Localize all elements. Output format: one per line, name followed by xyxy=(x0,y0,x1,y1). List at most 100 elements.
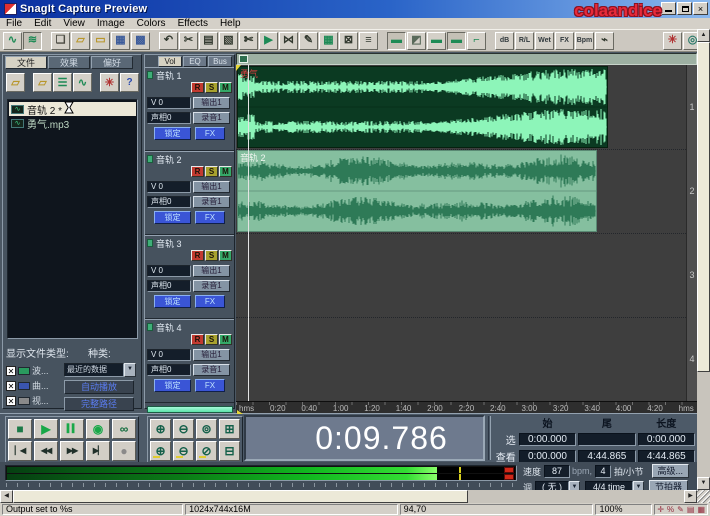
insert-wave-button[interactable]: ∿ xyxy=(73,73,92,92)
checkbox[interactable]: ✕ xyxy=(6,381,16,391)
menu-view[interactable]: View xyxy=(57,18,91,29)
paste-button[interactable]: ▧ xyxy=(219,32,238,50)
record-arm-button[interactable]: R xyxy=(191,82,204,93)
vertical-scrollbar[interactable]: ▲ ▼ xyxy=(697,29,710,490)
open-file-button[interactable]: ▱ xyxy=(71,32,90,50)
wet-dry-button[interactable]: Wet xyxy=(535,32,554,50)
zoom-out-edge-button[interactable]: ⊟ xyxy=(219,441,240,461)
time-signature-select[interactable]: 4/4 time xyxy=(585,481,633,491)
loop-button[interactable]: ∞ xyxy=(112,419,136,439)
metronome-button[interactable]: 节拍器 xyxy=(649,480,688,490)
track-display-area[interactable]: 勇气 音轨 2 1234 xyxy=(236,65,697,401)
audio-clip-track1[interactable]: 勇气 xyxy=(237,66,608,148)
volume-field[interactable]: V 0 xyxy=(147,97,191,109)
append-file-button[interactable]: ▭ xyxy=(91,32,110,50)
session-overview-bar[interactable] xyxy=(236,53,697,65)
zoom-in-edge-button[interactable]: ⊞ xyxy=(219,419,240,439)
menu-help[interactable]: Help xyxy=(214,18,247,29)
solo-button[interactable]: S xyxy=(205,250,218,261)
track-name[interactable]: 音轨 3 xyxy=(156,237,182,250)
undo-button[interactable]: ↶ xyxy=(159,32,178,50)
title-bar[interactable]: SnagIt Capture Preview colaandice × xyxy=(0,0,710,18)
show-wave-blocks-button[interactable]: ▬ xyxy=(427,32,446,50)
fx-button[interactable]: FX xyxy=(195,379,225,392)
minimize-button[interactable] xyxy=(661,2,676,15)
fx-button[interactable]: FX xyxy=(195,127,225,140)
record-device-button[interactable]: 录音1 xyxy=(193,364,230,376)
pan-lr-button[interactable]: R/L xyxy=(515,32,534,50)
bpm-button[interactable]: Bpm xyxy=(575,32,594,50)
record-button[interactable]: ● xyxy=(112,441,136,461)
scroll-up-button[interactable]: ▲ xyxy=(697,29,710,42)
zoom-to-selection-button[interactable]: ⊕ xyxy=(150,441,171,461)
snapping-button[interactable]: ⌐ xyxy=(467,32,486,50)
organizer-help-button[interactable]: ? xyxy=(120,73,139,92)
midi-button[interactable]: ⌁ xyxy=(595,32,614,50)
vertical-scroll-thumb[interactable] xyxy=(697,42,710,372)
overview-thumb[interactable] xyxy=(239,55,248,63)
pause-button[interactable]: ▍▍ xyxy=(60,419,84,439)
show-volume-envelopes-button[interactable]: ▬ xyxy=(387,32,406,50)
mute-button[interactable]: M xyxy=(219,334,232,345)
output-button[interactable]: 输出1 xyxy=(193,181,230,193)
organizer-tab-1[interactable]: 效果 xyxy=(48,56,90,69)
output-button[interactable]: 输出1 xyxy=(193,97,230,109)
web-button[interactable]: ◎ xyxy=(683,32,697,50)
scroll-down-button[interactable]: ▼ xyxy=(697,477,710,490)
track-name[interactable]: 音轨 2 xyxy=(156,153,182,166)
stop-button[interactable]: ■ xyxy=(8,419,32,439)
rewind-button[interactable]: ◀◀ xyxy=(34,441,58,461)
show-grid-button[interactable]: ▬ xyxy=(447,32,466,50)
mute-button[interactable]: M xyxy=(219,82,232,93)
volume-field[interactable]: V 0 xyxy=(147,181,191,193)
save-file-button[interactable]: ▦ xyxy=(111,32,130,50)
mute-button[interactable]: M xyxy=(219,166,232,177)
sort-dropdown[interactable]: 最近的数据 ▼ xyxy=(64,363,136,377)
multitrack-view-button[interactable]: ≋ xyxy=(23,32,42,50)
audio-clip-track2[interactable]: 音轨 2 xyxy=(237,150,597,232)
chevron-down-icon[interactable]: ▼ xyxy=(569,481,580,491)
restore-button[interactable] xyxy=(677,2,692,15)
zoom-sel-right-button[interactable]: ⊘ xyxy=(196,441,217,461)
zoom-sel-left-button[interactable]: ⊖ xyxy=(173,441,194,461)
lock-button[interactable]: 锁定 xyxy=(154,211,191,224)
bpm-field[interactable]: 87 xyxy=(544,465,570,478)
zoom-full-button[interactable]: ⊚ xyxy=(196,419,217,439)
output-button[interactable]: 输出1 xyxy=(193,265,230,277)
record-device-button[interactable]: 录音1 xyxy=(193,280,230,292)
fx-rack-button[interactable]: FX xyxy=(555,32,574,50)
lock-time-button[interactable]: ⊠ xyxy=(339,32,358,50)
pan-field[interactable]: 声相0 xyxy=(147,112,191,124)
list-item[interactable]: ∿音轨 2 * xyxy=(9,102,136,116)
mute-button[interactable]: M xyxy=(219,250,232,261)
organizer-options-button[interactable]: ✳ xyxy=(100,73,119,92)
insert-into-session-button[interactable]: ▶ xyxy=(259,32,278,50)
mixer-tab-eq[interactable]: EQ xyxy=(183,56,207,67)
import-file-button[interactable]: ▱ xyxy=(6,73,25,92)
volume-field[interactable]: V 0 xyxy=(147,349,191,361)
menu-file[interactable]: File xyxy=(0,18,28,29)
record-device-button[interactable]: 录音1 xyxy=(193,196,230,208)
playhead-cursor[interactable] xyxy=(248,65,249,401)
close-button[interactable]: × xyxy=(693,2,708,15)
record-arm-button[interactable]: R xyxy=(191,250,204,261)
key-select[interactable]: ( 无 ) xyxy=(535,481,569,491)
zoom-out-button[interactable]: ⊖ xyxy=(173,419,194,439)
edit-waveform-view-button[interactable]: ∿ xyxy=(3,32,22,50)
pan-field[interactable]: 声相0 xyxy=(147,364,191,376)
lock-button[interactable]: 锁定 xyxy=(154,379,191,392)
full-paths-button[interactable]: 完整路径 xyxy=(64,397,134,411)
output-button[interactable]: 输出1 xyxy=(193,349,230,361)
save-as-button[interactable]: ▩ xyxy=(131,32,150,50)
menu-colors[interactable]: Colors xyxy=(131,18,172,29)
fx-button[interactable]: FX xyxy=(195,295,225,308)
resize-grip[interactable] xyxy=(697,490,710,503)
solo-button[interactable]: S xyxy=(205,82,218,93)
lock-button[interactable]: 锁定 xyxy=(154,295,191,308)
menu-effects[interactable]: Effects xyxy=(172,18,214,29)
lock-button[interactable]: 锁定 xyxy=(154,127,191,140)
checkbox[interactable]: ✕ xyxy=(6,366,16,376)
organizer-tab-2[interactable]: 偏好 xyxy=(91,56,133,69)
pan-field[interactable]: 声相0 xyxy=(147,280,191,292)
go-to-end-button[interactable]: ▶▏ xyxy=(86,441,110,461)
